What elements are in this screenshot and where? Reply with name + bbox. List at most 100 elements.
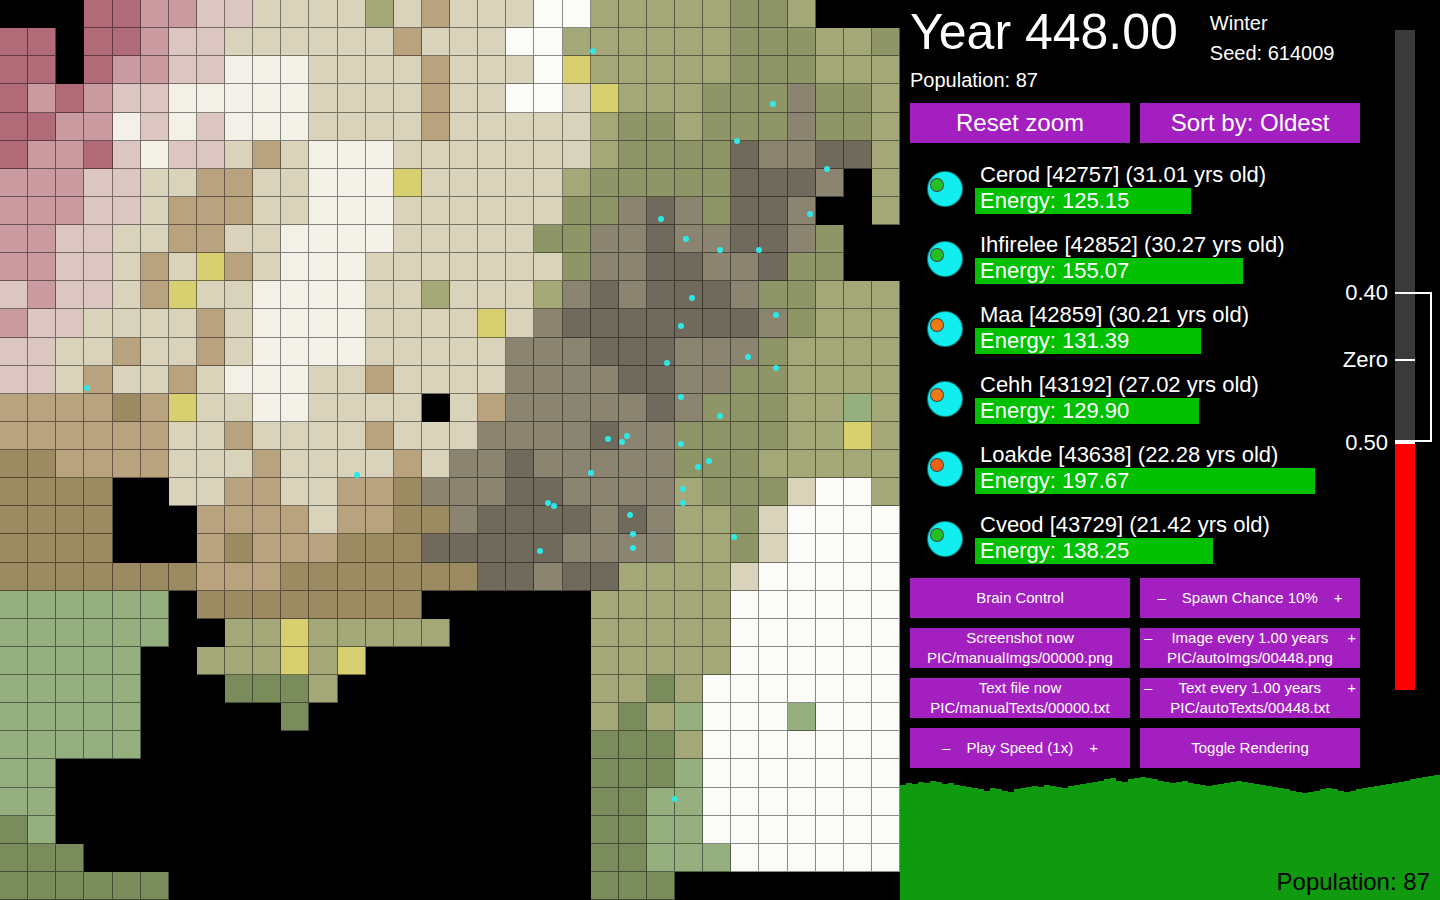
map-tile[interactable] [759, 872, 787, 900]
map-tile[interactable] [84, 225, 112, 253]
map-tile[interactable] [113, 394, 141, 422]
map-tile[interactable] [366, 394, 394, 422]
map-tile[interactable] [422, 253, 450, 281]
map-tile[interactable] [28, 675, 56, 703]
map-tile[interactable] [759, 394, 787, 422]
map-tile[interactable] [366, 28, 394, 56]
map-tile[interactable] [816, 675, 844, 703]
top-button[interactable]: Reset zoom [910, 103, 1130, 143]
map-tile[interactable] [394, 338, 422, 366]
map-tile[interactable] [141, 253, 169, 281]
map-tile[interactable] [844, 0, 872, 28]
map-tile[interactable] [731, 759, 759, 787]
map-tile[interactable] [731, 0, 759, 28]
map-tile[interactable] [675, 56, 703, 84]
map-tile[interactable] [422, 394, 450, 422]
creature-row[interactable]: Cerod [42757] (31.01 yrs old)Energy: 125… [910, 158, 1390, 228]
map-tile[interactable] [675, 534, 703, 562]
map-tile[interactable] [647, 844, 675, 872]
map-tile[interactable] [422, 450, 450, 478]
map-tile[interactable] [28, 844, 56, 872]
map-tile[interactable] [703, 731, 731, 759]
map-tile[interactable] [591, 647, 619, 675]
map-tile[interactable] [619, 619, 647, 647]
map-tile[interactable] [28, 619, 56, 647]
map-tile[interactable] [534, 169, 562, 197]
map-tile[interactable] [450, 816, 478, 844]
map-tile[interactable] [788, 619, 816, 647]
map-tile[interactable] [84, 591, 112, 619]
map-tile[interactable] [338, 56, 366, 84]
map-tile[interactable] [591, 506, 619, 534]
map-tile[interactable] [675, 28, 703, 56]
map-tile[interactable] [84, 394, 112, 422]
map-tile[interactable] [422, 113, 450, 141]
map-tile[interactable] [0, 366, 28, 394]
map-tile[interactable] [872, 703, 900, 731]
map-tile[interactable] [816, 225, 844, 253]
map-tile[interactable] [478, 816, 506, 844]
map-tile[interactable] [253, 28, 281, 56]
map-tile[interactable] [844, 394, 872, 422]
map-tile[interactable] [872, 506, 900, 534]
map-tile[interactable] [844, 197, 872, 225]
map-tile[interactable] [253, 225, 281, 253]
map-tile[interactable] [113, 591, 141, 619]
map-tile[interactable] [450, 703, 478, 731]
map-tile[interactable] [113, 197, 141, 225]
map-tile[interactable] [84, 253, 112, 281]
map-tile[interactable] [591, 450, 619, 478]
map-tile[interactable] [422, 816, 450, 844]
map-tile[interactable] [647, 141, 675, 169]
map-tile[interactable] [225, 563, 253, 591]
map-tile[interactable] [225, 759, 253, 787]
map-tile[interactable] [872, 394, 900, 422]
map-tile[interactable] [759, 506, 787, 534]
map-tile[interactable] [422, 591, 450, 619]
map-tile[interactable] [309, 0, 337, 28]
map-tile[interactable] [534, 647, 562, 675]
map-tile[interactable] [703, 788, 731, 816]
map-tile[interactable] [422, 506, 450, 534]
map-tile[interactable] [338, 197, 366, 225]
map-tile[interactable] [506, 113, 534, 141]
map-tile[interactable] [450, 113, 478, 141]
map-tile[interactable] [506, 141, 534, 169]
map-tile[interactable] [703, 844, 731, 872]
map-tile[interactable] [0, 816, 28, 844]
map-tile[interactable] [534, 338, 562, 366]
map-tile[interactable] [478, 619, 506, 647]
map-tile[interactable] [84, 478, 112, 506]
map-tile[interactable] [394, 0, 422, 28]
map-tile[interactable] [731, 422, 759, 450]
plus-button[interactable]: + [1347, 628, 1356, 648]
map-tile[interactable] [0, 534, 28, 562]
map-tile[interactable] [563, 844, 591, 872]
map-tile[interactable] [844, 450, 872, 478]
map-tile[interactable] [731, 281, 759, 309]
map-tile[interactable] [478, 534, 506, 562]
map-tile[interactable] [591, 309, 619, 337]
map-tile[interactable] [113, 281, 141, 309]
map-tile[interactable] [788, 478, 816, 506]
map-tile[interactable] [338, 506, 366, 534]
map-tile[interactable] [225, 450, 253, 478]
map-tile[interactable] [84, 0, 112, 28]
map-tile[interactable] [731, 169, 759, 197]
map-tile[interactable] [422, 619, 450, 647]
map-tile[interactable] [534, 619, 562, 647]
map-tile[interactable] [703, 534, 731, 562]
map-tile[interactable] [703, 338, 731, 366]
map-tile[interactable] [113, 731, 141, 759]
map-tile[interactable] [141, 872, 169, 900]
map-tile[interactable] [731, 731, 759, 759]
map-tile[interactable] [422, 225, 450, 253]
map-tile[interactable] [281, 478, 309, 506]
map-tile[interactable] [309, 422, 337, 450]
map-tile[interactable] [281, 422, 309, 450]
map-tile[interactable] [422, 197, 450, 225]
map-tile[interactable] [872, 619, 900, 647]
map-tile[interactable] [534, 309, 562, 337]
map-tile[interactable] [366, 478, 394, 506]
map-tile[interactable] [450, 647, 478, 675]
